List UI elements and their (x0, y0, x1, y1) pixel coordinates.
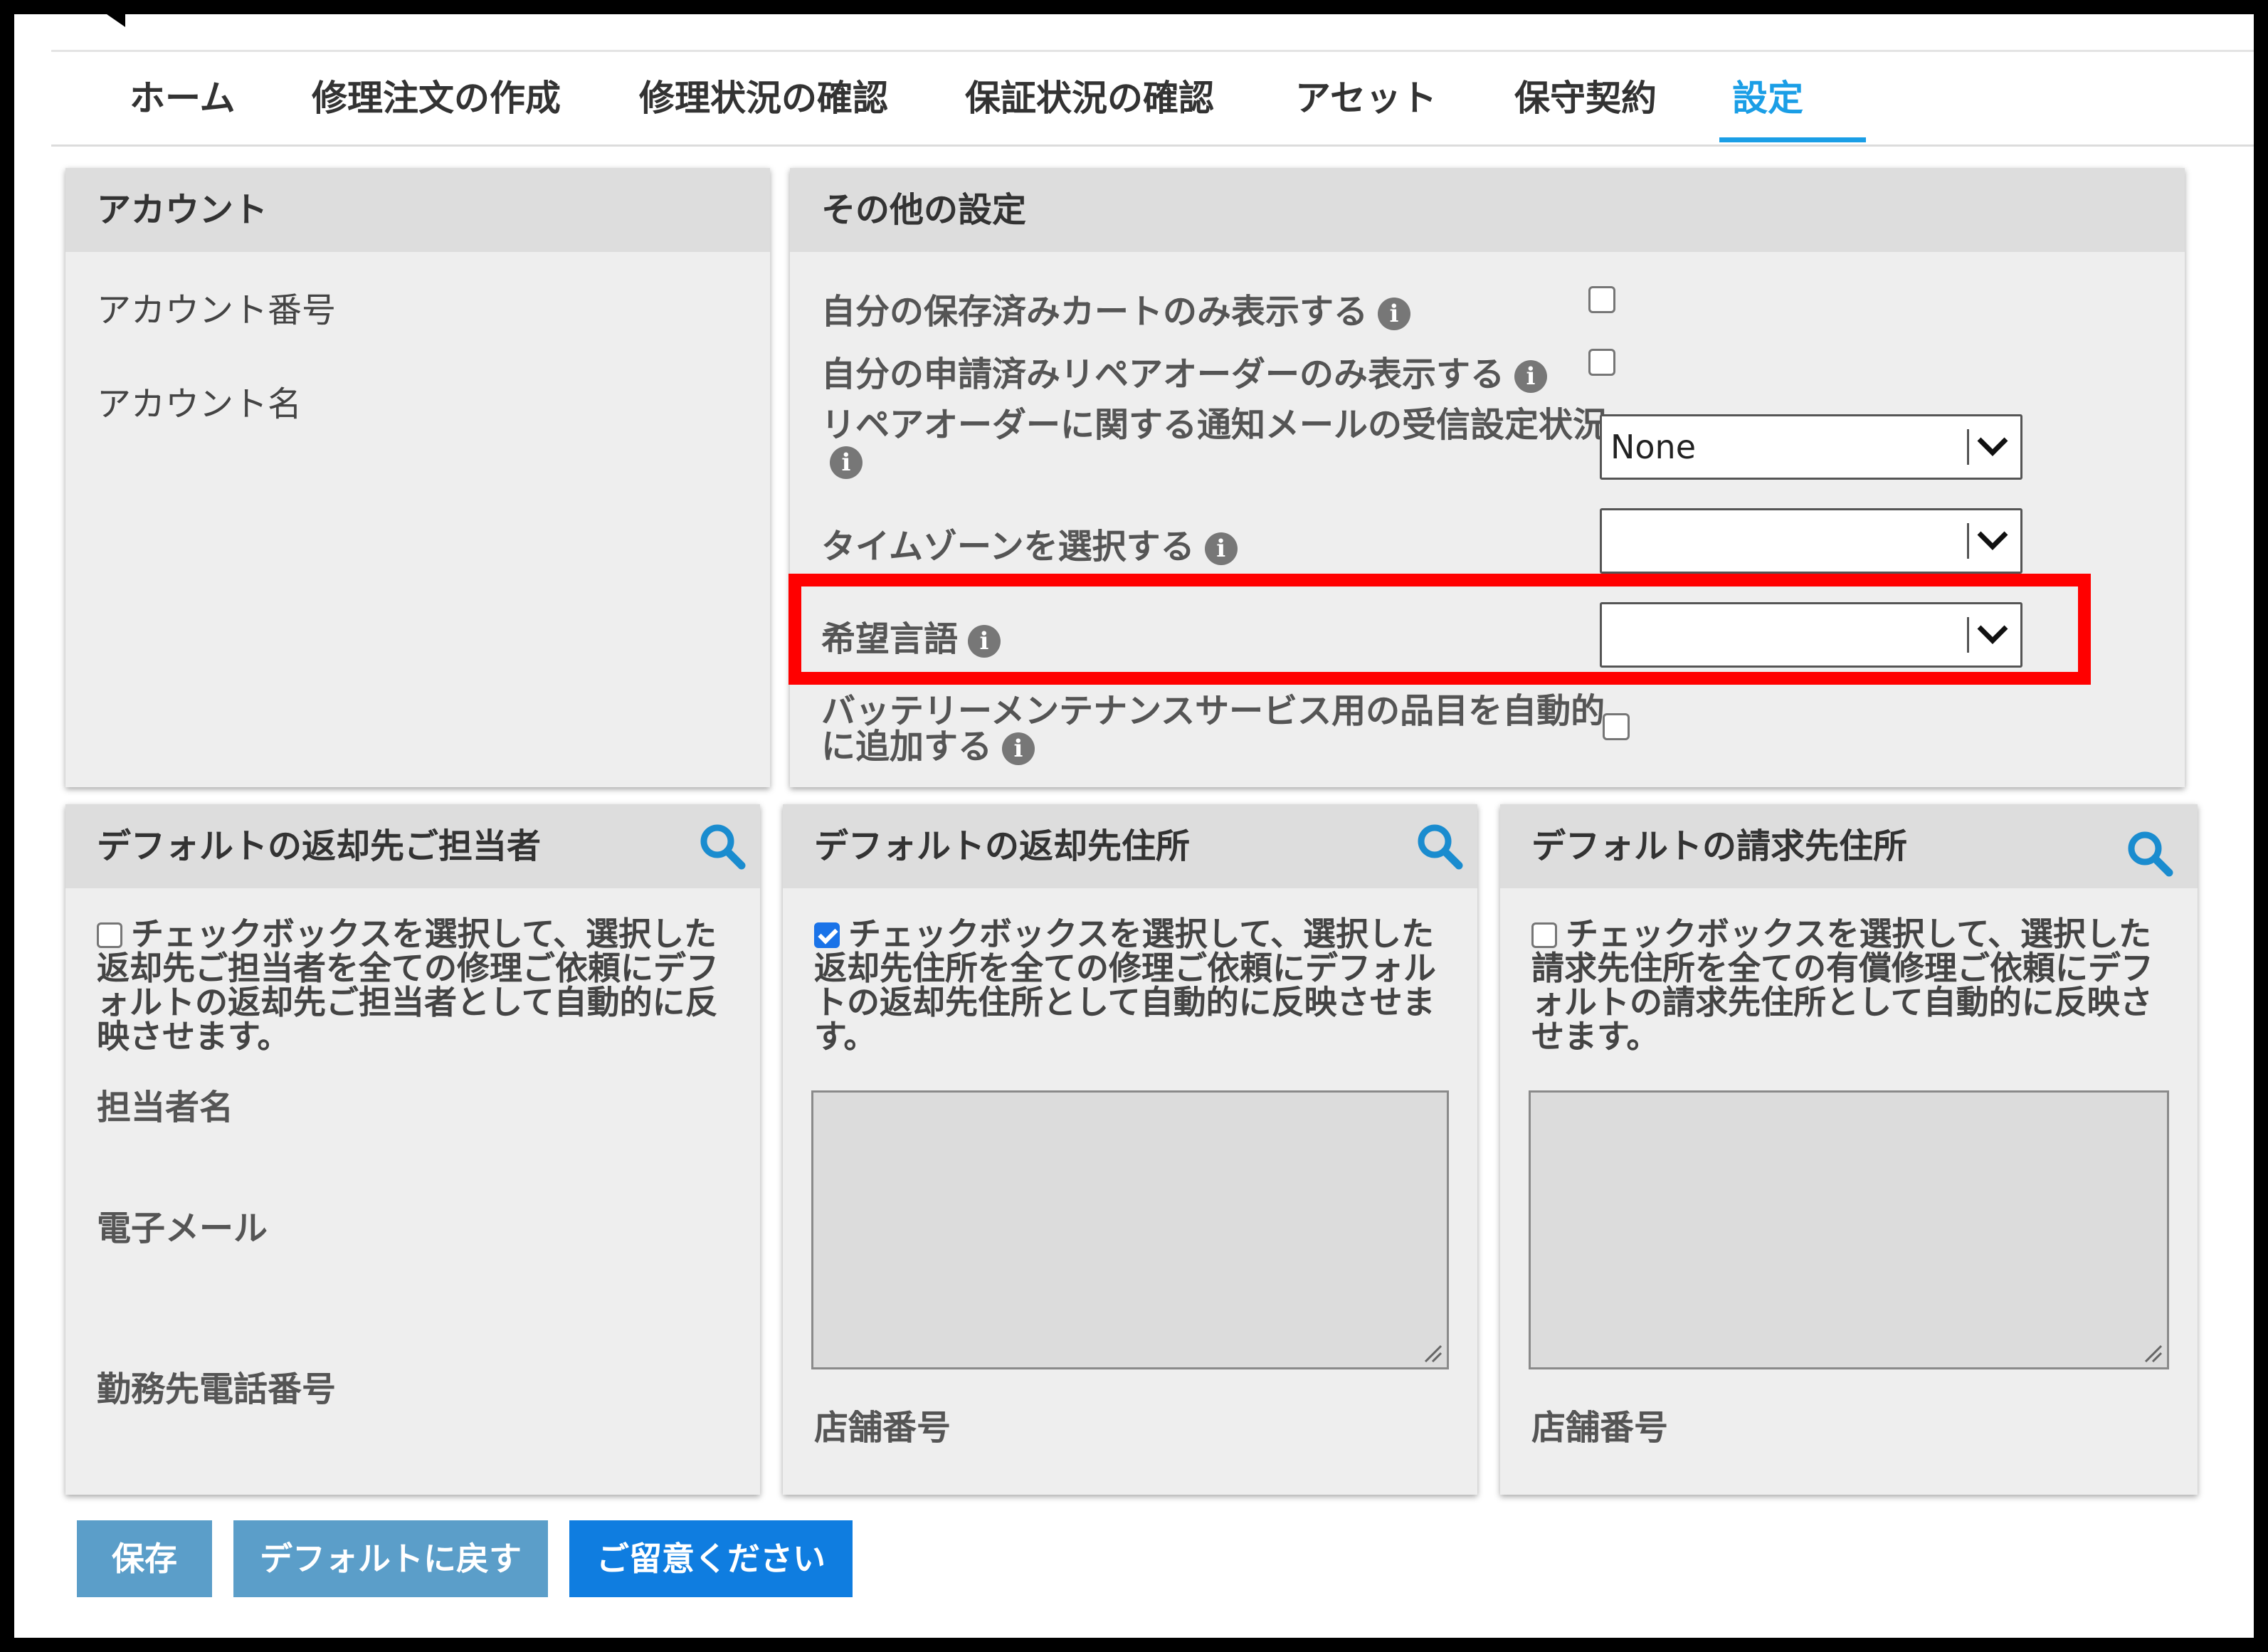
billing-address-title: デフォルトの請求先住所 (1531, 826, 1908, 866)
billing-address-description: チェックボックスを選択して、選択した請求先住所を全ての有償修理ご依頼にデフォルト… (1531, 915, 2153, 1056)
notification-setting-row: リペアオーダーに関する通知メールの受信設定状況 i (821, 407, 1607, 479)
return-address-default-checkbox[interactable] (814, 922, 840, 948)
info-icon[interactable]: i (1002, 732, 1035, 765)
timezone-label: タイムゾーンを選択する (821, 527, 1195, 567)
timezone-select[interactable] (1600, 508, 2022, 574)
billing-address-description-block: チェックボックスを選択して、選択した請求先住所を全ての有償修理ご依頼にデフォルト… (1531, 917, 2172, 1053)
show-saved-carts-checkbox[interactable] (1588, 286, 1615, 313)
active-tab-indicator (1719, 137, 1866, 142)
account-panel-title: アカウント (97, 190, 268, 230)
info-icon[interactable]: i (1378, 298, 1411, 330)
chevron-down-icon (1977, 437, 2008, 456)
main-nav: ホーム 修理注文の作成 修理状況の確認 保証状況の確認 アセット 保守契約 設定 (51, 50, 2254, 147)
notification-select-value: None (1610, 428, 1697, 466)
return-address-textarea[interactable] (811, 1090, 1449, 1369)
notification-setting-label: リペアオーダーに関する通知メールの受信設定状況 (821, 405, 1608, 445)
return-store-number-label: 店舗番号 (814, 1408, 951, 1448)
return-contact-default-checkbox[interactable] (97, 922, 122, 948)
return-address-panel: デフォルトの返却先住所 チェックボックスを選択して、選択した返却先住所を全ての修… (783, 804, 1477, 1495)
resize-grip-icon[interactable] (2141, 1342, 2163, 1363)
reset-default-button[interactable]: デフォルトに戻す (233, 1520, 548, 1597)
show-repair-orders-row: 自分の申請済みリペアオーダーのみ表示する i (821, 346, 1548, 396)
resize-grip-icon[interactable] (1421, 1342, 1442, 1363)
search-icon[interactable] (2126, 830, 2173, 877)
billing-address-header: デフォルトの請求先住所 (1500, 804, 2198, 888)
battery-service-checkbox[interactable] (1603, 713, 1630, 740)
tab-maintenance-contract[interactable]: 保守契約 (1514, 52, 1657, 144)
show-repair-orders-label: 自分の申請済みリペアオーダーのみ表示する (821, 354, 1505, 394)
chevron-down-icon (1977, 531, 2008, 550)
return-contact-title: デフォルトの返却先ご担当者 (97, 826, 542, 866)
contact-name-label: 担当者名 (97, 1088, 234, 1127)
email-label: 電子メール (97, 1209, 268, 1248)
show-saved-carts-label: 自分の保存済みカートのみ表示する (821, 292, 1368, 332)
billing-address-panel: デフォルトの請求先住所 チェックボックスを選択して、選択した請求先住所を全ての有… (1500, 804, 2198, 1495)
account-name-label: アカウント名 (97, 384, 302, 424)
notification-select[interactable]: None (1600, 414, 2022, 480)
tab-create-repair-order[interactable]: 修理注文の作成 (312, 52, 561, 144)
battery-service-row: バッテリーメンテナンスサービス用の品目を自動的 に追加する i (821, 693, 1605, 765)
account-panel-header: アカウント (65, 168, 770, 252)
select-separator (1967, 429, 1969, 465)
language-highlight-box (788, 574, 2091, 685)
work-phone-label: 勤務先電話番号 (97, 1369, 337, 1409)
tab-repair-status[interactable]: 修理状況の確認 (639, 52, 888, 144)
return-contact-description-block: チェックボックスを選択して、選択した返却先ご担当者を全ての修理ご依頼にデフォルト… (97, 917, 737, 1053)
info-icon[interactable]: i (830, 446, 863, 479)
return-contact-panel: デフォルトの返却先ご担当者 チェックボックスを選択して、選択した返却先ご担当者を… (65, 804, 760, 1495)
tab-home[interactable]: ホーム (130, 52, 236, 144)
return-address-title: デフォルトの返却先住所 (814, 826, 1191, 866)
return-contact-description: チェックボックスを選択して、選択した返却先ご担当者を全ての修理ご依頼にデフォルト… (97, 915, 719, 1056)
billing-store-number-label: 店舗番号 (1531, 1408, 1669, 1448)
tab-warranty-status[interactable]: 保証状況の確認 (965, 52, 1214, 144)
return-address-description: チェックボックスを選択して、選択した返却先住所を全ての修理ご依頼にデフォルトの返… (814, 915, 1436, 1056)
billing-address-default-checkbox[interactable] (1531, 922, 1557, 948)
other-settings-header: その他の設定 (790, 168, 2185, 252)
account-panel: アカウント アカウント番号 アカウント名 (65, 168, 770, 787)
notice-button[interactable]: ご留意ください (569, 1520, 853, 1597)
info-icon[interactable]: i (1204, 532, 1238, 565)
corner-mark (107, 14, 125, 27)
return-contact-header: デフォルトの返却先ご担当者 (65, 804, 760, 888)
timezone-row: タイムゾーンを選択する i (821, 518, 1238, 568)
search-icon[interactable] (699, 823, 746, 870)
return-address-description-block: チェックボックスを選択して、選択した返却先住所を全ての修理ご依頼にデフォルトの返… (814, 917, 1455, 1053)
other-settings-panel: その他の設定 自分の保存済みカートのみ表示する i 自分の申請済みリペアオーダーの… (790, 168, 2185, 787)
battery-service-label-line2: に追加する (821, 727, 993, 767)
tab-assets[interactable]: アセット (1295, 52, 1437, 144)
tab-settings[interactable]: 設定 (1732, 52, 1803, 144)
billing-address-textarea[interactable] (1529, 1090, 2169, 1369)
return-address-header: デフォルトの返却先住所 (783, 804, 1477, 888)
select-separator (1967, 523, 1969, 559)
show-saved-carts-row: 自分の保存済みカートのみ表示する i (821, 283, 1411, 333)
info-icon[interactable]: i (1514, 360, 1548, 393)
account-number-label: アカウント番号 (97, 290, 337, 330)
search-icon[interactable] (1416, 823, 1463, 870)
battery-service-label-line1: バッテリーメンテナンスサービス用の品目を自動的 (821, 691, 1605, 731)
show-repair-orders-checkbox[interactable] (1588, 349, 1615, 376)
page-frame: ホーム 修理注文の作成 修理状況の確認 保証状況の確認 アセット 保守契約 設定… (14, 14, 2254, 1638)
save-button[interactable]: 保存 (77, 1520, 212, 1597)
other-settings-title: その他の設定 (821, 190, 1027, 230)
